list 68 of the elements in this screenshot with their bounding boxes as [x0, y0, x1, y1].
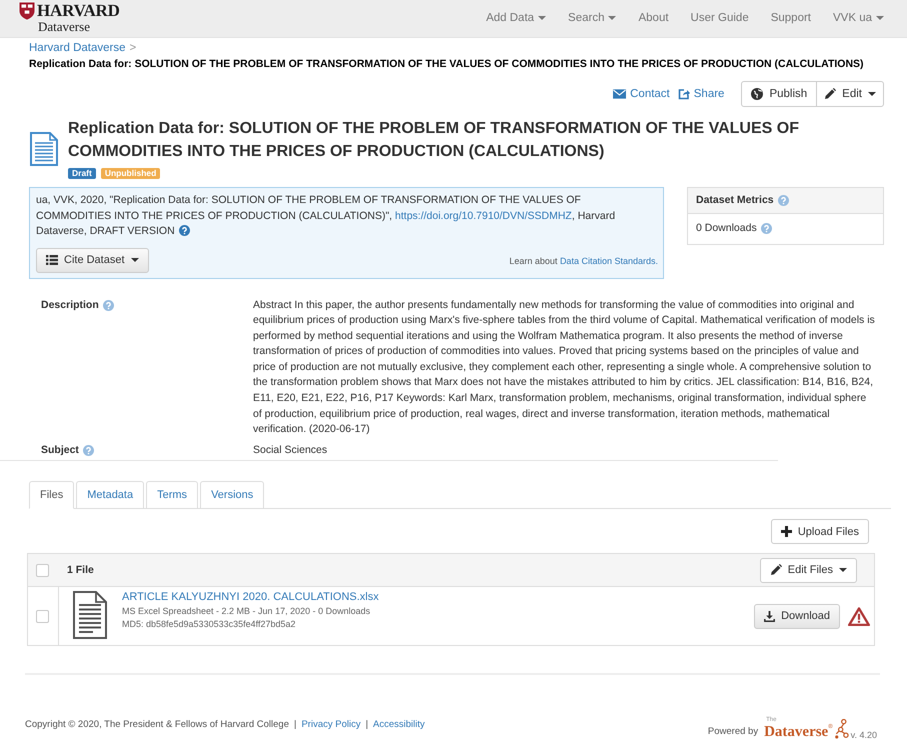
field-label: Subject	[41, 442, 79, 458]
shield-logo-icon[interactable]	[19, 2, 35, 20]
share-icon	[678, 88, 690, 100]
status-badge: Unpublished	[100, 168, 160, 179]
help-icon[interactable]	[178, 225, 190, 236]
footer-link[interactable]: Accessibility	[373, 719, 425, 732]
footer-link[interactable]: Privacy Policy	[301, 719, 361, 732]
brand-title[interactable]: HARVARD	[37, 2, 120, 19]
globe-icon	[751, 88, 764, 100]
cite-dataset-button[interactable]: Cite Dataset	[36, 248, 149, 272]
nav-menu-item[interactable]: Support	[760, 11, 822, 25]
brand-subtitle[interactable]: Dataverse	[38, 19, 120, 34]
warning-icon[interactable]	[848, 606, 870, 626]
tab[interactable]: Terms	[146, 481, 198, 510]
list-icon	[46, 255, 58, 265]
help-icon[interactable]	[760, 223, 772, 234]
checkbox[interactable]	[36, 564, 49, 577]
help-icon[interactable]	[82, 445, 94, 456]
nav-menu-item[interactable]: Search	[557, 11, 628, 25]
doi-link[interactable]: https://doi.org/10.7910/DVN/SSDMHZ	[395, 210, 572, 222]
file-count: 1 File	[67, 564, 94, 576]
edit-files-button[interactable]: Edit Files	[760, 558, 857, 583]
file-icon	[73, 591, 107, 640]
plus-icon	[780, 526, 792, 538]
tab[interactable]: Metadata	[76, 481, 144, 510]
powered-by-text: Powered by	[708, 726, 758, 738]
document-icon	[30, 132, 58, 166]
contact-link[interactable]: Contact	[613, 88, 670, 100]
downloads-count: 0 Downloads	[696, 222, 757, 235]
download-icon	[764, 610, 776, 622]
file-name-link[interactable]: ARTICLE KALYUZHNYI 2020. CALCULATIONS.xlsx	[122, 590, 379, 606]
breadcrumb-separator: >	[130, 41, 136, 55]
copyright-text: Copyright © 2020, The President & Fellows of Harvard College	[25, 719, 289, 732]
version-text: v. 4.20	[850, 730, 877, 740]
nav-menu-item[interactable]: About	[627, 11, 680, 25]
checkbox[interactable]	[36, 610, 49, 623]
edit-button[interactable]: Edit	[816, 81, 884, 107]
citation-text: ua, VVK, 2020, "Replication Data for: SOLUTION OF THE PROBLEM OF TRANSFORMATION OF THE VALUES OF COMMODITIES INTO THE PRICES OF PRODUCTION (CALCULATIONS)", https://doi.org/10.7910/DVN/SSDMHZ, Harvard Dataverse, DRAFT VERSION	[36, 193, 616, 239]
nav-menu-item[interactable]: VVK ua	[822, 11, 895, 25]
file-details: MS Excel Spreadsheet - 2.2 MB - Jun 17, 2020 - 0 Downloads	[122, 605, 370, 618]
logo-wordmark[interactable]: Dataverse	[764, 724, 828, 740]
dataset-title: Replication Data for: SOLUTION OF THE PROBLEM OF TRANSFORMATION OF THE VALUES OF COMMODITIES INTO THE PRICES OF PRODUCTION (CALCULATIONS)	[68, 119, 800, 162]
nodes-logo-icon	[834, 719, 849, 740]
citation-standards-link[interactable]: Data Citation Standards.	[560, 256, 658, 266]
upload-files-button[interactable]: Upload Files	[770, 519, 869, 544]
breadcrumb-current: Replication Data for: SOLUTION OF THE PROBLEM OF TRANSFORMATION OF THE VALUES OF COMMODITIES INTO THE PRICES OF PRODUCTION (CALCULATIONS)	[29, 57, 865, 72]
share-link[interactable]: Share	[678, 88, 724, 100]
field-value: Abstract In this paper, the author presents fundamentally new methods for transforming the value of commodities into original and equilibrium prices of production using Marx's five-sphere tables from the third volume of Capital. Mathematical verification of models is performed by method sequential iterations and using the Wolfram Mathematica program. It also presents the method of inverse transformation of prices of production of commodities into values. Proved that pricing systems based on the principles of value and price of production are not mutually exclusive, they complement each other, representing a single whole. A comprehensive solution to the transformation problem shows that Marx does not have the mistakes attributed to him by critics. JEL classification: B14, B16, B24, E11, E20, E21, E22, P16, P17 Keywords: Karl Marx, transformation problem, mechanisms, original transformation, individual sphere of production, equilibrium price of production, real wages, direct and inverse transformation, iteration methods, mathematical verification. (2020-06-17)	[253, 298, 875, 438]
metrics-title: Dataset Metrics	[696, 194, 774, 207]
help-icon[interactable]	[778, 195, 789, 206]
tab[interactable]: Files	[29, 481, 74, 510]
breadcrumb-link[interactable]: Harvard Dataverse	[29, 41, 126, 55]
nav-menu-item[interactable]: User Guide	[680, 11, 760, 25]
field-value: Social Sciences	[253, 442, 328, 458]
status-badge: Draft	[68, 168, 96, 179]
help-icon[interactable]	[102, 300, 114, 311]
download-button[interactable]: Download	[754, 604, 840, 629]
field-label: Description	[41, 298, 99, 312]
tab[interactable]: Versions	[200, 481, 264, 510]
publish-button[interactable]: Publish	[741, 81, 818, 107]
separator-text: |	[366, 719, 368, 732]
nav-menu-item[interactable]: Add Data	[475, 11, 558, 25]
pencil-icon	[824, 88, 836, 100]
separator-text: |	[294, 719, 296, 732]
envelope-icon	[613, 89, 626, 99]
pencil-icon	[770, 564, 782, 576]
file-checksum: MD5: db58fe5d9a5330533c35fe4ff27bd5a2	[122, 618, 296, 632]
citation-standards-text: Learn about Data Citation Standards.	[509, 256, 658, 268]
